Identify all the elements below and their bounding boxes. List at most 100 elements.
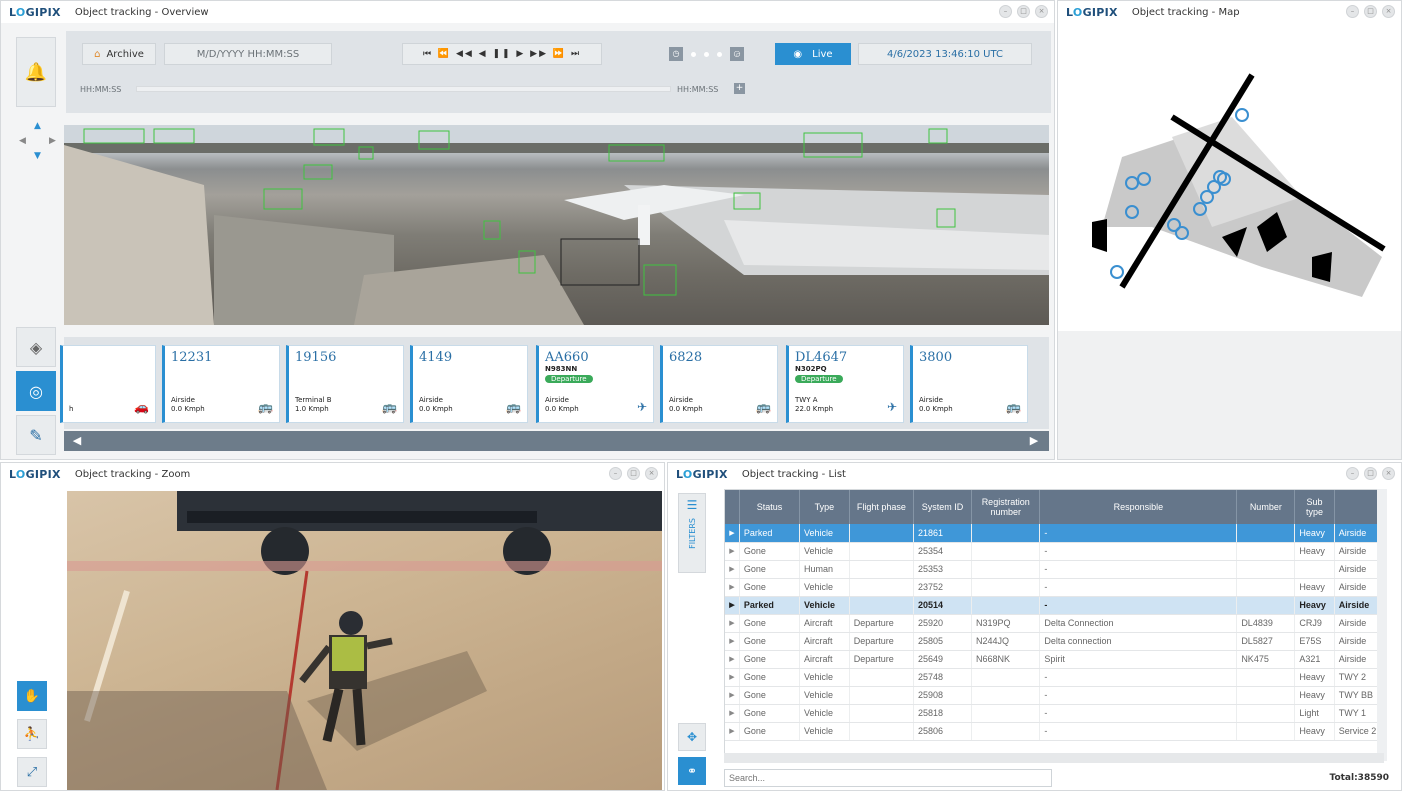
object-card[interactable]: 4149 Airside 0.0 Kmph 🚌 bbox=[410, 345, 528, 423]
pan-up-icon[interactable]: ▲ bbox=[34, 121, 41, 131]
close-button[interactable]: × bbox=[1382, 467, 1395, 480]
maximize-button[interactable]: □ bbox=[1364, 5, 1377, 18]
table-row[interactable]: ▶ Gone Aircraft Departure 25920 N319PQ Delta C… bbox=[725, 614, 1383, 633]
column-header[interactable] bbox=[1334, 490, 1383, 524]
row-expand-icon[interactable]: ▶ bbox=[725, 686, 740, 705]
table-row[interactable]: ▶ Gone Vehicle 25354 - Heavy Airside bbox=[725, 542, 1383, 561]
table-vertical-scrollbar[interactable] bbox=[1377, 489, 1387, 761]
zoom-person-button[interactable]: ⛹ bbox=[17, 719, 47, 749]
panorama-camera-view[interactable] bbox=[64, 125, 1049, 325]
pan-down-icon[interactable]: ▼ bbox=[34, 151, 41, 161]
object-card[interactable]: DL4647 N302PQ Departure TWY A 22.0 Kmph … bbox=[786, 345, 904, 423]
object-card[interactable]: 12231 Airside 0.0 Kmph 🚌 bbox=[162, 345, 280, 423]
flight-phase-cell: Departure bbox=[849, 650, 914, 669]
table-row[interactable]: ▶ Gone Vehicle 25818 - Light TWY 1 bbox=[725, 704, 1383, 723]
list-titlebar[interactable]: LOGIPIX Object tracking - List – □ × bbox=[668, 463, 1401, 485]
alarm-button[interactable]: 🔔 bbox=[16, 37, 56, 107]
type-cell: Vehicle bbox=[799, 542, 850, 561]
minimize-button[interactable]: – bbox=[999, 5, 1012, 18]
row-expand-icon[interactable]: ▶ bbox=[725, 596, 740, 615]
row-expand-icon[interactable]: ▶ bbox=[725, 578, 740, 597]
close-button[interactable]: × bbox=[645, 467, 658, 480]
timeline-add-button[interactable]: + bbox=[734, 83, 745, 94]
live-button[interactable]: ◉ Live bbox=[775, 43, 851, 65]
scroll-right-icon[interactable]: ▶ bbox=[1027, 434, 1041, 448]
tracking-button[interactable]: ◎ bbox=[16, 371, 56, 411]
table-row[interactable]: ▶ Gone Aircraft Departure 25649 N668NK Spirit N… bbox=[725, 650, 1383, 669]
plane-icon: ✈ bbox=[886, 400, 897, 414]
area-cell: Airside bbox=[1334, 596, 1383, 615]
zoom-camera-view[interactable] bbox=[67, 491, 662, 790]
row-expand-icon[interactable]: ▶ bbox=[725, 560, 740, 579]
row-expand-icon[interactable]: ▶ bbox=[725, 668, 740, 687]
search-input[interactable] bbox=[724, 769, 1052, 787]
timeline-start: HH:MM:SS bbox=[80, 85, 122, 94]
table-row[interactable]: ▶ Parked Vehicle 21861 - Heavy Airside bbox=[725, 524, 1383, 543]
row-expand-icon[interactable]: ▶ bbox=[725, 614, 740, 633]
total-count: Total:38590 bbox=[1329, 773, 1390, 783]
cards-scrollbar[interactable]: ◀ ▶ bbox=[64, 431, 1049, 451]
minimize-button[interactable]: – bbox=[1346, 467, 1359, 480]
column-header[interactable]: Responsible bbox=[1039, 490, 1238, 524]
row-expand-icon[interactable]: ▶ bbox=[725, 722, 740, 741]
zoom-titlebar[interactable]: LOGIPIX Object tracking - Zoom – □ × bbox=[1, 463, 664, 485]
row-expand-icon[interactable]: ▶ bbox=[725, 524, 740, 543]
column-header[interactable]: Flight phase bbox=[849, 490, 914, 524]
pan-right-icon[interactable]: ▶ bbox=[49, 136, 56, 146]
object-card[interactable]: 19156 Terminal B 1.0 Kmph 🚌 bbox=[286, 345, 404, 423]
table-row[interactable]: ▶ Parked Vehicle 20514 - Heavy Airside bbox=[725, 596, 1383, 615]
row-expand-icon[interactable]: ▶ bbox=[725, 542, 740, 561]
center-button[interactable]: ✥ bbox=[678, 723, 706, 751]
archive-button[interactable]: ⌂ Archive bbox=[82, 43, 156, 65]
playback-controls[interactable]: ⏮ ⏪ ◀◀ ◀ ❚❚ ▶ ▶▶ ⏩ ⏭ bbox=[402, 43, 602, 65]
layers-button[interactable]: ◈ bbox=[16, 327, 56, 367]
map-titlebar[interactable]: LOGIPIX Object tracking - Map – □ × bbox=[1058, 1, 1401, 23]
close-button[interactable]: × bbox=[1382, 5, 1395, 18]
table-row[interactable]: ▶ Gone Vehicle 25748 - Heavy TWY 2 bbox=[725, 668, 1383, 687]
table-row[interactable]: ▶ Gone Vehicle 25908 - Heavy TWY BB bbox=[725, 686, 1383, 705]
close-button[interactable]: × bbox=[1035, 5, 1048, 18]
pan-left-icon[interactable]: ◀ bbox=[19, 136, 26, 146]
minimize-button[interactable]: – bbox=[609, 467, 622, 480]
card-id: AA660 bbox=[545, 350, 589, 365]
table-row[interactable]: ▶ Gone Aircraft Departure 25805 N244JQ Delta c… bbox=[725, 632, 1383, 651]
row-expand-icon[interactable]: ▶ bbox=[725, 650, 740, 669]
maximize-button[interactable]: □ bbox=[1017, 5, 1030, 18]
link-button[interactable]: ⚭ bbox=[678, 757, 706, 785]
pan-control[interactable]: ▲ ◀ ▶ ▼ bbox=[19, 121, 59, 161]
area-cell: Airside bbox=[1334, 560, 1383, 579]
datetime-input[interactable]: M/D/YYYY HH:MM:SS bbox=[164, 43, 332, 65]
fast-icon[interactable]: ◶ bbox=[730, 47, 744, 61]
column-header[interactable]: System ID bbox=[913, 490, 973, 524]
object-card[interactable]: 6828 Airside 0.0 Kmph 🚌 bbox=[660, 345, 778, 423]
overview-titlebar[interactable]: LOGIPIX Object tracking - Overview – □ × bbox=[1, 1, 1054, 23]
speed-control[interactable]: ◷ ◶ bbox=[669, 45, 744, 63]
airport-map[interactable] bbox=[1062, 27, 1399, 327]
maximize-button[interactable]: □ bbox=[627, 467, 640, 480]
number-cell: NK475 bbox=[1236, 650, 1296, 669]
object-card[interactable]: AA660 N983NN Departure Airside 0.0 Kmph … bbox=[536, 345, 654, 423]
table-horizontal-scrollbar[interactable] bbox=[724, 753, 1384, 763]
column-header[interactable]: Number bbox=[1236, 490, 1296, 524]
zoom-track-button[interactable]: ✋ bbox=[17, 681, 47, 711]
subtype-cell: Heavy bbox=[1294, 596, 1335, 615]
minimize-button[interactable]: – bbox=[1346, 5, 1359, 18]
column-header[interactable]: Status bbox=[739, 490, 801, 524]
object-card[interactable]: h 🚗 bbox=[60, 345, 156, 423]
table-row[interactable]: ▶ Gone Vehicle 25806 - Heavy Service 2 bbox=[725, 722, 1383, 741]
timeline-bar[interactable] bbox=[136, 86, 671, 92]
scroll-left-icon[interactable]: ◀ bbox=[70, 434, 84, 448]
row-expand-icon[interactable]: ▶ bbox=[725, 704, 740, 723]
slow-icon[interactable]: ◷ bbox=[669, 47, 683, 61]
maximize-button[interactable]: □ bbox=[1364, 467, 1377, 480]
column-header[interactable]: Type bbox=[799, 490, 850, 524]
zoom-fit-button[interactable]: ⤢ bbox=[17, 757, 47, 787]
object-card[interactable]: 3800 Airside 0.0 Kmph 🚌 bbox=[910, 345, 1028, 423]
tag-button[interactable]: ✎ bbox=[16, 415, 56, 455]
column-header[interactable]: Registration number bbox=[971, 490, 1041, 524]
filters-button[interactable]: ☰ FILTERS bbox=[678, 493, 706, 573]
column-header[interactable]: Sub type bbox=[1294, 490, 1335, 524]
row-expand-icon[interactable]: ▶ bbox=[725, 632, 740, 651]
table-row[interactable]: ▶ Gone Vehicle 23752 - Heavy Airside bbox=[725, 578, 1383, 597]
table-row[interactable]: ▶ Gone Human 25353 - Airside bbox=[725, 560, 1383, 579]
